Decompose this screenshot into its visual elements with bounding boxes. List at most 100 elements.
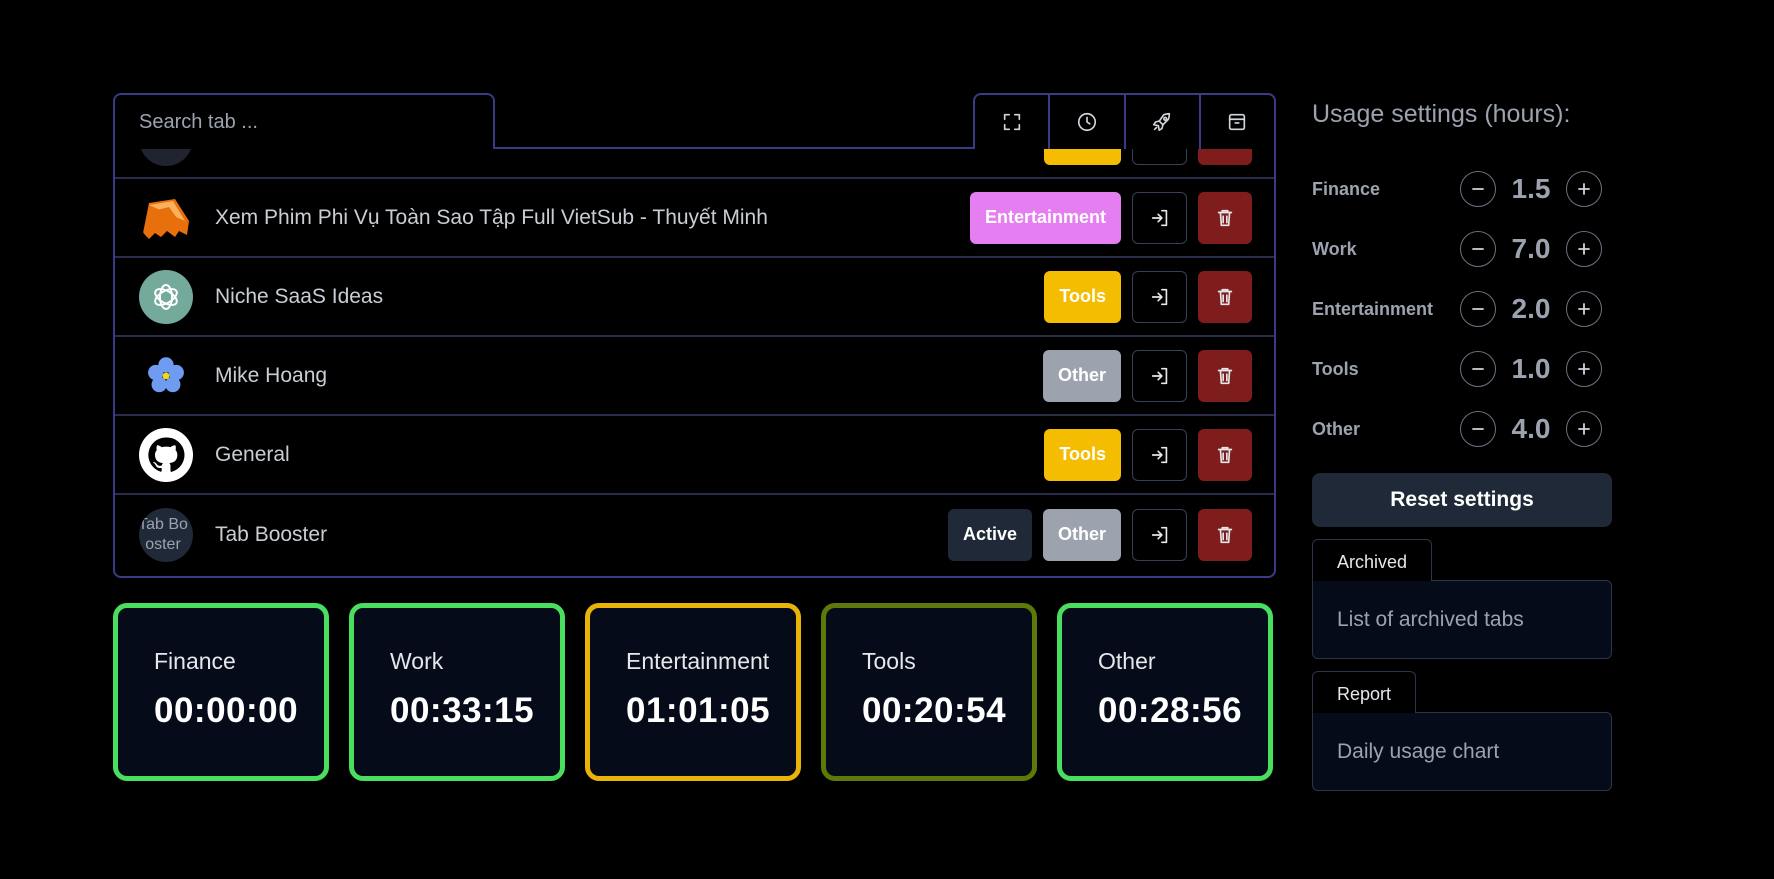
- tab-row: Mike Hoang Other: [115, 337, 1274, 416]
- setting-row-other: Other 4.0: [1312, 399, 1612, 459]
- category-badge[interactable]: Other: [1042, 349, 1121, 402]
- tab-title[interactable]: Tab Booster: [215, 523, 948, 547]
- goto-tab-button[interactable]: [1132, 191, 1187, 244]
- increment-button[interactable]: [1566, 171, 1602, 207]
- tab-title[interactable]: Mike Hoang: [215, 364, 1043, 388]
- tab-title[interactable]: General: [215, 443, 1044, 467]
- hours-stepper: 2.0: [1460, 291, 1602, 327]
- fullscreen-icon: [1003, 113, 1020, 131]
- tab-title[interactable]: Xem Phim Phi Vụ Toàn Sao Tập Full VietSu…: [215, 206, 970, 230]
- minus-icon: [1472, 248, 1484, 250]
- goto-tab-button[interactable]: [1132, 270, 1187, 323]
- delete-tab-button[interactable]: [1198, 349, 1252, 402]
- tab-list[interactable]: Tools Xem Phim Phi Vụ Toàn Sao Tập Full …: [113, 147, 1276, 578]
- decrement-button[interactable]: [1460, 351, 1496, 387]
- trash-icon: [1217, 526, 1233, 543]
- timer-finance: Finance 00:00:00: [113, 603, 329, 781]
- decrement-button[interactable]: [1460, 171, 1496, 207]
- plus-icon: [1578, 363, 1590, 375]
- goto-tab-button[interactable]: [1132, 149, 1187, 165]
- trash-icon: [1217, 367, 1233, 384]
- timer-work: Work 00:33:15: [349, 603, 565, 781]
- enter-icon: [1151, 526, 1167, 543]
- setting-label: Other: [1312, 418, 1361, 439]
- flower-icon: [139, 349, 193, 403]
- search-box[interactable]: [113, 93, 495, 149]
- timer-value: 00:33:15: [390, 691, 535, 730]
- boost-button[interactable]: [1126, 95, 1201, 149]
- plus-icon: [1578, 183, 1590, 195]
- setting-row-tools: Tools 1.0: [1312, 339, 1612, 399]
- decrement-button[interactable]: [1460, 411, 1496, 447]
- tab-row: General Tools: [115, 416, 1274, 495]
- category-badge[interactable]: Other: [1042, 508, 1121, 561]
- trash-icon: [1217, 446, 1233, 463]
- hours-value: 1.5: [1511, 173, 1551, 204]
- tab-row: Tab Booster Tab Booster Active Other: [115, 495, 1274, 574]
- film-icon: [139, 191, 193, 245]
- delete-tab-button[interactable]: [1198, 191, 1252, 244]
- hours-value: 4.0: [1511, 413, 1551, 444]
- setting-label: Work: [1312, 238, 1357, 259]
- fullscreen-button[interactable]: [975, 95, 1051, 149]
- plus-icon: [1578, 423, 1590, 435]
- favicon-text: Tab Booster: [139, 515, 188, 553]
- hours-stepper: 1.0: [1460, 351, 1602, 387]
- timer-entertainment: Entertainment 01:01:05: [585, 603, 801, 781]
- tab-booster-icon: Tab Booster: [139, 507, 193, 562]
- reset-settings-button[interactable]: Reset settings: [1312, 473, 1612, 527]
- timer-label: Finance: [154, 648, 236, 674]
- decrement-button[interactable]: [1460, 291, 1496, 327]
- delete-tab-button[interactable]: [1198, 270, 1252, 323]
- minus-icon: [1472, 428, 1484, 430]
- setting-label: Finance: [1312, 178, 1381, 199]
- category-badge[interactable]: Entertainment: [969, 191, 1121, 244]
- active-badge: Active: [947, 508, 1032, 561]
- rocket-icon: [1153, 112, 1171, 132]
- setting-label: Tools: [1312, 358, 1359, 379]
- goto-tab-button[interactable]: [1132, 428, 1187, 481]
- archive-button[interactable]: [1201, 95, 1274, 149]
- increment-button[interactable]: [1566, 351, 1602, 387]
- timer-value: 00:20:54: [862, 691, 1007, 730]
- hours-stepper: 4.0: [1460, 411, 1602, 447]
- tab-row: Tools: [115, 149, 1274, 179]
- tab-archived[interactable]: Archived: [1312, 539, 1433, 581]
- tab-title[interactable]: Niche SaaS Ideas: [215, 285, 1044, 309]
- report-card: Report Daily usage chart: [1312, 670, 1612, 791]
- increment-button[interactable]: [1566, 291, 1602, 327]
- setting-row-entertainment: Entertainment 2.0: [1312, 279, 1612, 339]
- increment-button[interactable]: [1566, 231, 1602, 267]
- tab-row: Niche SaaS Ideas Tools: [115, 258, 1274, 337]
- archived-list-link[interactable]: List of archived tabs: [1312, 580, 1612, 659]
- trash-icon: [1217, 288, 1233, 305]
- usage-settings: Usage settings (hours): Finance 1.5 Work…: [1312, 100, 1612, 791]
- hours-value: 7.0: [1511, 233, 1551, 264]
- hours-value: 1.0: [1511, 353, 1551, 384]
- minus-icon: [1472, 308, 1484, 310]
- category-badge[interactable]: Tools: [1044, 428, 1121, 481]
- category-badge[interactable]: Tools: [1044, 270, 1121, 323]
- timer-label: Work: [390, 648, 444, 674]
- search-input[interactable]: [115, 95, 493, 149]
- timer-other: Other 00:28:56: [1057, 603, 1273, 781]
- goto-tab-button[interactable]: [1132, 508, 1187, 561]
- decrement-button[interactable]: [1460, 231, 1496, 267]
- timer-value: 00:28:56: [1098, 691, 1243, 730]
- delete-tab-button[interactable]: [1198, 508, 1252, 561]
- category-badge[interactable]: Tools: [1044, 149, 1121, 165]
- setting-row-finance: Finance 1.5: [1312, 159, 1612, 219]
- timer-label: Entertainment: [626, 648, 770, 674]
- delete-tab-button[interactable]: [1198, 149, 1252, 165]
- setting-row-work: Work 7.0: [1312, 219, 1612, 279]
- archived-card: Archived List of archived tabs: [1312, 538, 1612, 659]
- delete-tab-button[interactable]: [1198, 428, 1252, 481]
- history-button[interactable]: [1050, 95, 1126, 149]
- daily-usage-chart-link[interactable]: Daily usage chart: [1312, 712, 1612, 791]
- increment-button[interactable]: [1566, 411, 1602, 447]
- minus-icon: [1472, 368, 1484, 370]
- settings-title: Usage settings (hours):: [1312, 100, 1571, 128]
- tab-report[interactable]: Report: [1312, 671, 1417, 713]
- enter-icon: [1151, 288, 1167, 305]
- goto-tab-button[interactable]: [1132, 349, 1187, 402]
